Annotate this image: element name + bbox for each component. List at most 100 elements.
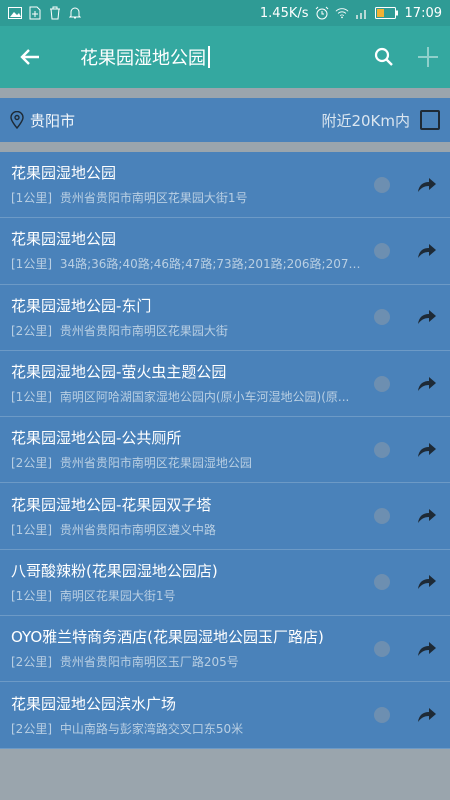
list-item[interactable]: 花果园湿地公园-东门 [2公里] 贵州省贵阳市南明区花果园大街 [0,285,450,351]
navigate-button[interactable] [412,236,442,266]
list-item[interactable]: OYO雅兰特商务酒店(花果园湿地公园玉厂路店) [2公里] 贵州省贵阳市南明区玉… [0,616,450,683]
status-left [8,6,82,20]
result-subtitle: [1公里] 南明区花果园大街1号 [11,587,371,604]
list-item-text: 花果园湿地公园-东门 [2公里] 贵州省贵阳市南明区花果园大街 [11,296,374,339]
back-button[interactable] [0,26,60,88]
result-list: 花果园湿地公园 [1公里] 贵州省贵阳市南明区花果园大街1号 花果园湿地公园 [… [0,152,450,749]
status-dot [374,242,390,259]
battery-icon [374,6,399,20]
result-address: 中山南路与彭家湾路交叉口东50米 [59,721,244,736]
filter-bar: 贵阳市 附近20Km内 [0,98,450,142]
plus-icon [418,47,438,67]
list-item-text: 花果园湿地公园-公共厕所 [2公里] 贵州省贵阳市南明区花果园湿地公园 [11,428,374,471]
list-item-text: 花果园湿地公园-萤火虫主题公园 [1公里] 南明区阿哈湖国家湿地公园内(原小车河… [11,362,374,405]
search-button[interactable] [362,26,406,88]
search-query-text: 花果园湿地公园 [80,48,206,69]
nearby-label: 附近20Km内 [321,111,410,130]
navigate-button[interactable] [412,170,442,200]
list-item[interactable]: 八哥酸辣粉(花果园湿地公园店) [1公里] 南明区花果园大街1号 [0,550,450,617]
image-icon [8,6,22,20]
result-address: 贵州省贵阳市南明区花果园大街 [59,323,228,338]
city-label: 贵阳市 [30,111,76,130]
share-arrow-icon [418,641,436,656]
result-subtitle: [1公里] 贵州省贵阳市南明区花果园大街1号 [11,189,371,206]
status-dot [374,707,390,724]
result-address: 34路;36路;40路;46路;47路;73路;201路;206路;207路;2… [59,257,371,272]
result-distance: [2公里] [11,721,52,736]
result-address: 贵州省贵阳市南明区遵义中路 [59,522,216,537]
share-arrow-icon [418,575,436,590]
navigate-button[interactable] [412,501,442,531]
add-button[interactable] [406,26,450,88]
share-arrow-icon [418,442,436,457]
result-subtitle: [1公里] 34路;36路;40路;46路;47路;73路;201路;206路;… [11,255,371,272]
result-address: 贵州省贵阳市南明区花果园湿地公园 [59,456,252,471]
result-title: 花果园湿地公园滨水广场 [11,694,177,713]
clock-time: 17:09 [404,5,442,21]
share-arrow-icon [418,376,436,391]
result-distance: [1公里] [11,257,52,272]
result-title: 花果园湿地公园 [11,230,117,249]
city-selector[interactable]: 贵阳市 [10,110,321,131]
status-dot [374,640,390,657]
text-cursor [208,46,210,68]
search-input[interactable]: 花果园湿地公园 [60,44,362,70]
share-arrow-icon [418,708,436,723]
sim-icon [28,6,42,20]
search-icon [374,47,393,66]
result-title: 花果园湿地公园-东门 [11,296,152,315]
trash-icon [48,6,62,20]
share-arrow-icon [418,243,436,258]
share-arrow-icon [418,310,436,325]
status-dot [374,574,390,591]
list-item[interactable]: 花果园湿地公园-萤火虫主题公园 [1公里] 南明区阿哈湖国家湿地公园内(原小车河… [0,351,450,418]
status-dot [374,441,390,458]
result-address: 南明区花果园大街1号 [59,588,176,603]
wifi-icon [335,6,349,20]
result-distance: [2公里] [11,323,52,338]
status-right: 1.45K/s 17:09 [260,6,442,21]
result-address: 贵州省贵阳市南明区花果园大街1号 [59,191,248,206]
navigate-button[interactable] [412,700,442,730]
list-item-text: OYO雅兰特商务酒店(花果园湿地公园玉厂路店) [2公里] 贵州省贵阳市南明区玉… [11,627,374,670]
result-title: 花果园湿地公园-萤火虫主题公园 [11,363,227,382]
result-title: 花果园湿地公园-花果园双子塔 [11,495,212,514]
result-distance: [1公里] [11,390,52,405]
result-address: 南明区阿哈湖国家湿地公园内(原小车河湿地公园)(原... [59,390,350,405]
share-arrow-icon [418,509,436,524]
result-title: OYO雅兰特商务酒店(花果园湿地公园玉厂路店) [11,628,324,647]
navigate-button[interactable] [412,302,442,332]
nearby-checkbox[interactable] [420,110,440,130]
result-distance: [1公里] [11,522,52,537]
list-item[interactable]: 花果园湿地公园-公共厕所 [2公里] 贵州省贵阳市南明区花果园湿地公园 [0,417,450,484]
result-subtitle: [2公里] 贵州省贵阳市南明区花果园大街 [11,322,371,339]
navigate-button[interactable] [412,634,442,664]
result-subtitle: [1公里] 南明区阿哈湖国家湿地公园内(原小车河湿地公园)(原... [11,388,371,405]
result-distance: [1公里] [11,588,52,603]
list-item[interactable]: 花果园湿地公园-花果园双子塔 [1公里] 贵州省贵阳市南明区遵义中路 [0,483,450,550]
result-subtitle: [2公里] 贵州省贵阳市南明区玉厂路205号 [11,653,371,670]
arrow-left-icon [20,49,39,65]
list-item-text: 花果园湿地公园 [1公里] 贵州省贵阳市南明区花果园大街1号 [11,163,374,206]
list-item[interactable]: 花果园湿地公园滨水广场 [2公里] 中山南路与彭家湾路交叉口东50米 [0,682,450,749]
result-distance: [1公里] [11,191,52,206]
result-title: 花果园湿地公园-公共厕所 [11,429,182,448]
status-dot [374,176,390,193]
status-dot [374,508,390,525]
list-item[interactable]: 花果园湿地公园 [1公里] 贵州省贵阳市南明区花果园大街1号 [0,152,450,219]
list-item-text: 花果园湿地公园-花果园双子塔 [1公里] 贵州省贵阳市南明区遵义中路 [11,495,374,538]
result-title: 八哥酸辣粉(花果园湿地公园店) [11,561,218,580]
alarm-icon [315,6,329,20]
result-title: 花果园湿地公园 [11,164,117,183]
navigate-button[interactable] [412,369,442,399]
navigate-button[interactable] [412,567,442,597]
list-item-text: 花果园湿地公园 [1公里] 34路;36路;40路;46路;47路;73路;20… [11,229,374,272]
list-item-text: 花果园湿地公园滨水广场 [2公里] 中山南路与彭家湾路交叉口东50米 [11,694,374,737]
list-item[interactable]: 花果园湿地公园 [1公里] 34路;36路;40路;46路;47路;73路;20… [0,218,450,285]
search-toolbar: 花果园湿地公园 [0,26,450,88]
bell-icon [68,6,82,20]
signal-icon [355,6,369,20]
list-item-text: 八哥酸辣粉(花果园湿地公园店) [1公里] 南明区花果园大街1号 [11,561,374,604]
status-bar: 1.45K/s 17:09 [0,0,450,26]
navigate-button[interactable] [412,435,442,465]
